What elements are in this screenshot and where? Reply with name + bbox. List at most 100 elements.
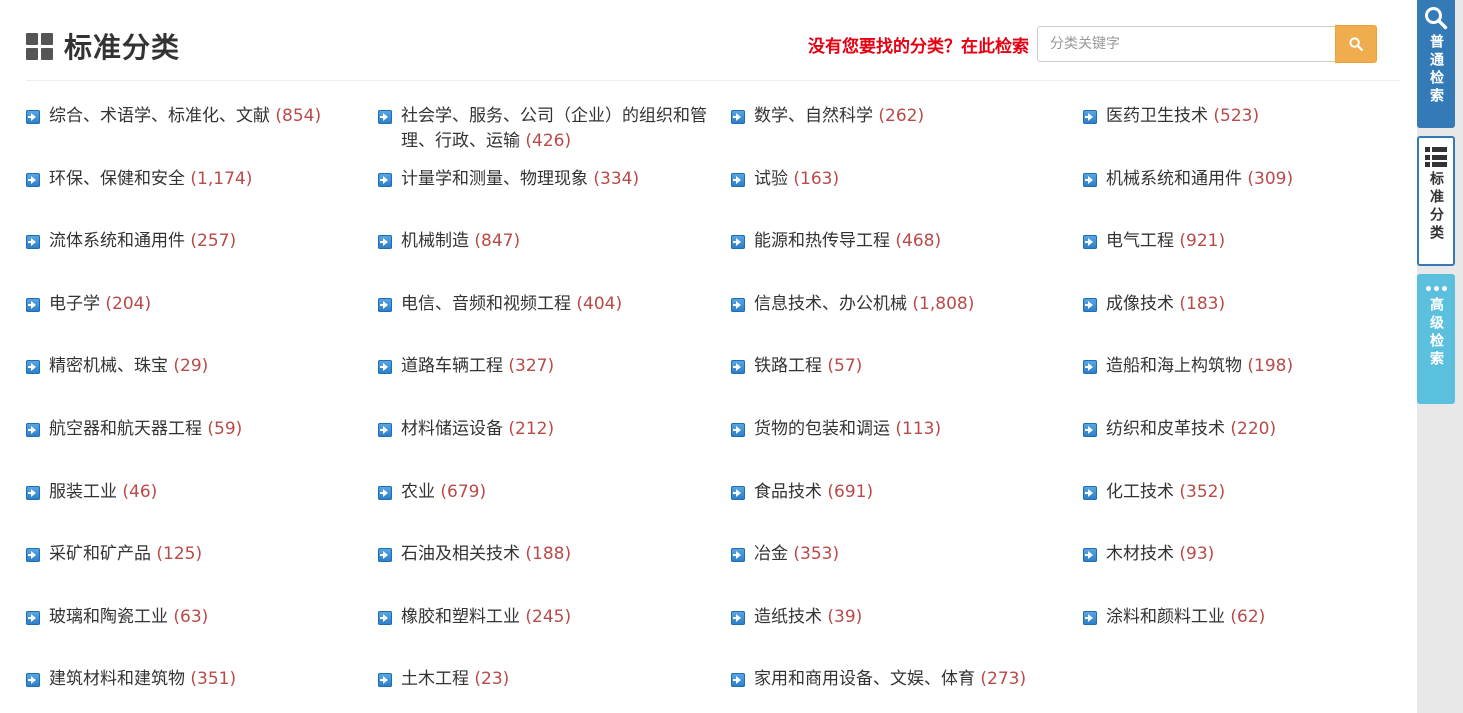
category-count: (183)	[1179, 293, 1226, 314]
arrow-right-icon	[26, 297, 40, 312]
category-item[interactable]: 橡胶和塑料工业 (245)	[378, 605, 731, 668]
category-item[interactable]: 航空器和航天器工程 (59)	[26, 417, 378, 480]
category-item[interactable]: 机械系统和通用件 (309)	[1083, 167, 1436, 230]
tab-advanced-search-label: 高级检索	[1428, 297, 1444, 369]
category-item[interactable]: 能源和热传导工程 (468)	[731, 229, 1083, 292]
category-item[interactable]: 服装工业 (46)	[26, 480, 378, 543]
category-item[interactable]: 精密机械、珠宝 (29)	[26, 354, 378, 417]
arrow-right-icon	[731, 172, 745, 187]
category-item[interactable]: 货物的包装和调运 (113)	[731, 417, 1083, 480]
category-item[interactable]: 成像技术 (183)	[1083, 292, 1436, 355]
arrow-right-icon	[26, 172, 40, 187]
category-item[interactable]: 电气工程 (921)	[1083, 229, 1436, 292]
category-name: 计量学和测量、物理现象	[401, 168, 588, 189]
category-item[interactable]: 电子学 (204)	[26, 292, 378, 355]
arrow-right-icon	[1083, 610, 1097, 625]
arrow-right-icon	[731, 360, 745, 375]
arrow-right-icon	[731, 235, 745, 250]
arrow-right-icon	[1083, 422, 1097, 437]
category-name: 涂料和颜料工业	[1106, 606, 1225, 627]
category-item[interactable]: 化工技术 (352)	[1083, 480, 1436, 543]
arrow-right-icon	[26, 235, 40, 250]
arrow-right-icon	[731, 422, 745, 437]
category-item[interactable]: 玻璃和陶瓷工业 (63)	[26, 605, 378, 668]
category-name: 道路车辆工程	[401, 356, 503, 377]
category-count: (62)	[1230, 606, 1266, 627]
category-item[interactable]: 土木工程 (23)	[378, 667, 731, 713]
category-item[interactable]: 试验 (163)	[731, 167, 1083, 230]
category-count: (163)	[793, 168, 840, 189]
category-item[interactable]: 造船和海上构筑物 (198)	[1083, 354, 1436, 417]
arrow-right-icon	[378, 235, 392, 250]
category-name: 土木工程	[401, 669, 469, 690]
category-item[interactable]: 铁路工程 (57)	[731, 354, 1083, 417]
category-item[interactable]: 数学、自然科学 (262)	[731, 104, 1083, 167]
search-input[interactable]	[1037, 26, 1335, 62]
category-name: 机械制造	[401, 231, 469, 252]
category-count: (523)	[1213, 106, 1260, 126]
category-item[interactable]: 流体系统和通用件 (257)	[26, 229, 378, 292]
category-count: (46)	[122, 481, 158, 502]
arrow-right-icon	[731, 548, 745, 563]
category-item[interactable]: 建筑材料和建筑物 (351)	[26, 667, 378, 713]
arrow-right-icon	[378, 422, 392, 437]
arrow-right-icon	[731, 297, 745, 312]
category-name: 航空器和航天器工程	[49, 418, 202, 439]
category-item[interactable]: 纺织和皮革技术 (220)	[1083, 417, 1436, 480]
category-count: (63)	[173, 606, 209, 627]
category-count: (212)	[508, 418, 555, 439]
search-button[interactable]	[1335, 25, 1377, 63]
category-item[interactable]: 材料储运设备 (212)	[378, 417, 731, 480]
arrow-right-icon	[26, 485, 40, 500]
page: 标准分类 没有您要找的分类？在此检索 综合、术语学、标准化、文献 (854)社会…	[0, 0, 1463, 713]
dots-icon	[1425, 283, 1447, 293]
category-grid: 综合、术语学、标准化、文献 (854) 社会学、服务、公司（企业）的组织和管理、行…	[26, 104, 1436, 713]
category-name: 建筑材料和建筑物	[49, 669, 185, 690]
category-item[interactable]: 信息技术、办公机械 (1,808)	[731, 292, 1083, 355]
tab-advanced-search[interactable]: 高级检索	[1417, 274, 1455, 404]
arrow-right-icon	[1083, 235, 1097, 250]
arrow-right-icon	[378, 110, 392, 124]
arrow-right-icon	[26, 610, 40, 625]
arrow-right-icon	[26, 673, 40, 688]
category-count: (404)	[576, 293, 623, 314]
category-item[interactable]: 医药卫生技术 (523)	[1083, 104, 1436, 167]
category-count: (39)	[827, 606, 863, 627]
tab-standard-category[interactable]: 标准分类	[1417, 136, 1455, 266]
category-count: (854)	[275, 106, 322, 126]
category-item[interactable]: 石油及相关技术 (188)	[378, 542, 731, 605]
category-count: (353)	[793, 544, 840, 565]
arrow-right-icon	[378, 485, 392, 500]
category-item[interactable]: 综合、术语学、标准化、文献 (854)	[26, 104, 378, 167]
category-count: (198)	[1247, 356, 1294, 377]
category-count: (921)	[1179, 231, 1226, 252]
category-name: 服装工业	[49, 481, 117, 502]
category-item[interactable]: 电信、音频和视频工程 (404)	[378, 292, 731, 355]
arrow-right-icon	[731, 485, 745, 500]
category-name: 铁路工程	[754, 356, 822, 377]
search-bar: 没有您要找的分类？在此检索	[808, 25, 1377, 63]
category-name: 信息技术、办公机械	[754, 293, 907, 314]
category-count: (1,174)	[190, 168, 253, 189]
category-item[interactable]: 涂料和颜料工业 (62)	[1083, 605, 1436, 668]
category-item[interactable]: 道路车辆工程 (327)	[378, 354, 731, 417]
arrow-right-icon	[26, 110, 40, 124]
category-item[interactable]: 食品技术 (691)	[731, 480, 1083, 543]
category-item[interactable]: 农业 (679)	[378, 480, 731, 543]
category-item[interactable]: 环保、保健和安全 (1,174)	[26, 167, 378, 230]
tab-general-search[interactable]: 普通检索	[1417, 0, 1455, 128]
category-count: (23)	[474, 669, 510, 690]
category-item[interactable]: 计量学和测量、物理现象 (334)	[378, 167, 731, 230]
category-count: (262)	[878, 106, 925, 126]
category-item[interactable]: 造纸技术 (39)	[731, 605, 1083, 668]
category-item[interactable]: 家用和商用设备、文娱、体育 (273)	[731, 667, 1083, 713]
category-name: 综合、术语学、标准化、文献	[49, 106, 270, 126]
category-item[interactable]: 冶金 (353)	[731, 542, 1083, 605]
category-item[interactable]: 机械制造 (847)	[378, 229, 731, 292]
category-name: 采矿和矿产品	[49, 544, 151, 565]
category-item[interactable]: 木材技术 (93)	[1083, 542, 1436, 605]
category-item[interactable]: 采矿和矿产品 (125)	[26, 542, 378, 605]
category-item[interactable]: 社会学、服务、公司（企业）的组织和管理、行政、运输 (426)	[378, 104, 731, 167]
category-count: (691)	[827, 481, 874, 502]
category-count: (57)	[827, 356, 863, 377]
